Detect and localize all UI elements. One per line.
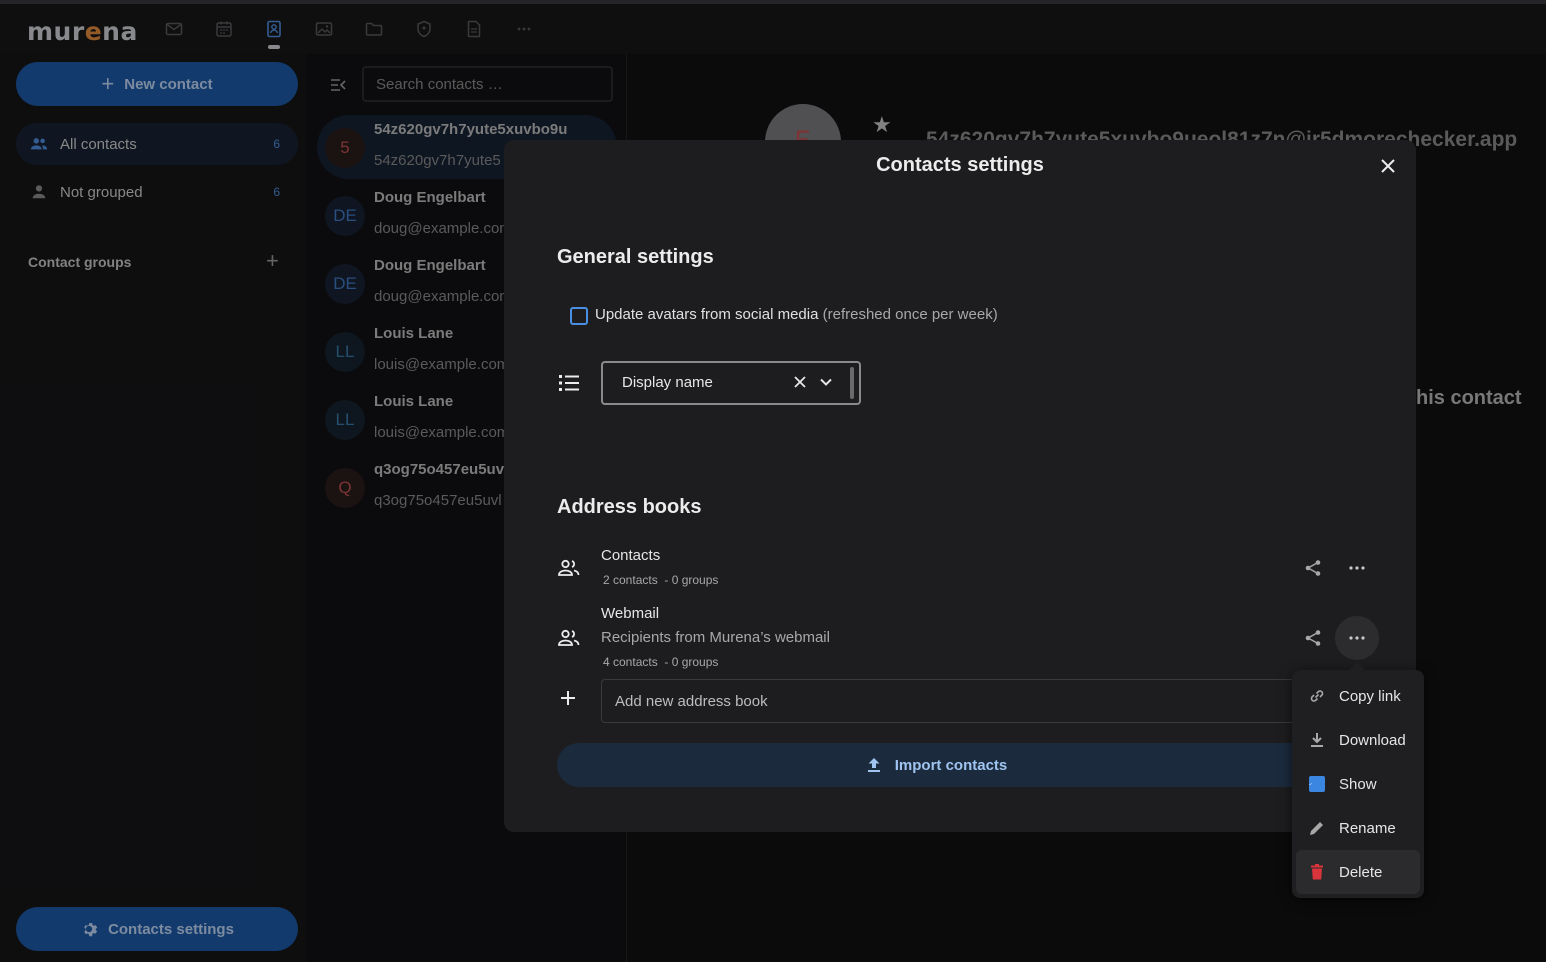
show-checkbox[interactable] bbox=[1309, 776, 1325, 792]
menu-item-label: Download bbox=[1339, 731, 1406, 749]
general-settings-heading: General settings bbox=[557, 246, 714, 268]
pencil-icon bbox=[1310, 822, 1323, 835]
trash-icon bbox=[1311, 864, 1323, 880]
address-book-icon bbox=[558, 629, 580, 652]
sort-by-select[interactable]: Display name bbox=[601, 361, 861, 405]
chevron-down-icon[interactable] bbox=[819, 375, 833, 394]
address-books-heading: Address books bbox=[557, 496, 702, 518]
address-book-description: Recipients from Murena’s webmail bbox=[601, 629, 830, 646]
import-contacts-button[interactable]: Import contacts bbox=[557, 743, 1317, 787]
menu-item-delete[interactable]: Delete bbox=[1296, 850, 1420, 894]
menu-item-download[interactable]: Download bbox=[1296, 718, 1420, 762]
add-address-book-input[interactable]: Add new address book bbox=[601, 679, 1301, 723]
update-avatars-checkbox[interactable] bbox=[570, 307, 588, 325]
close-icon[interactable] bbox=[1376, 154, 1400, 178]
dialog-title: Contacts settings bbox=[876, 154, 1044, 176]
sort-list-icon bbox=[559, 374, 579, 397]
update-avatars-label[interactable]: Update avatars from social media (refres… bbox=[595, 306, 998, 323]
menu-item-rename[interactable]: Rename bbox=[1296, 806, 1420, 850]
option-note: (refreshed once per week) bbox=[822, 306, 998, 323]
menu-item-label: Rename bbox=[1339, 819, 1396, 837]
add-address-book-placeholder: Add new address book bbox=[615, 692, 768, 710]
group-count: - 0 groups bbox=[664, 573, 719, 587]
selected-value: Display name bbox=[622, 374, 713, 391]
upload-icon bbox=[867, 758, 880, 772]
address-book-name: Contacts bbox=[601, 547, 661, 564]
contacts-settings-dialog: Contacts settings General settings Updat… bbox=[504, 140, 1416, 832]
import-contacts-label: Import contacts bbox=[894, 756, 1008, 774]
option-text: Update avatars from social media bbox=[595, 306, 819, 323]
address-book-meta: 4 contacts - 0 groups bbox=[603, 655, 718, 669]
link-icon bbox=[1310, 690, 1324, 702]
more-options-icon[interactable] bbox=[1335, 616, 1379, 660]
address-book-name: Webmail bbox=[601, 605, 660, 622]
contact-count: 2 contacts bbox=[603, 573, 658, 587]
menu-item-label: Delete bbox=[1339, 863, 1383, 881]
download-icon bbox=[1311, 733, 1323, 747]
menu-item-label: Copy link bbox=[1339, 687, 1401, 705]
plus-icon[interactable] bbox=[560, 690, 576, 711]
address-book-meta: 2 contacts - 0 groups bbox=[603, 573, 718, 587]
menu-item-label: Show bbox=[1339, 775, 1377, 793]
contact-count: 4 contacts bbox=[603, 655, 658, 669]
menu-item-copy-link[interactable]: Copy link bbox=[1296, 674, 1420, 718]
menu-item-show[interactable]: Show bbox=[1296, 762, 1420, 806]
select-scrollbar bbox=[850, 367, 854, 399]
address-book-icon bbox=[558, 559, 580, 582]
clear-selection-icon[interactable] bbox=[793, 375, 807, 394]
address-book-actions-menu: Copy link Download Show Rename Delete bbox=[1292, 662, 1424, 898]
share-icon[interactable] bbox=[1304, 629, 1322, 652]
share-icon[interactable] bbox=[1304, 559, 1322, 582]
group-count: - 0 groups bbox=[664, 655, 719, 669]
more-options-icon[interactable] bbox=[1335, 546, 1379, 590]
